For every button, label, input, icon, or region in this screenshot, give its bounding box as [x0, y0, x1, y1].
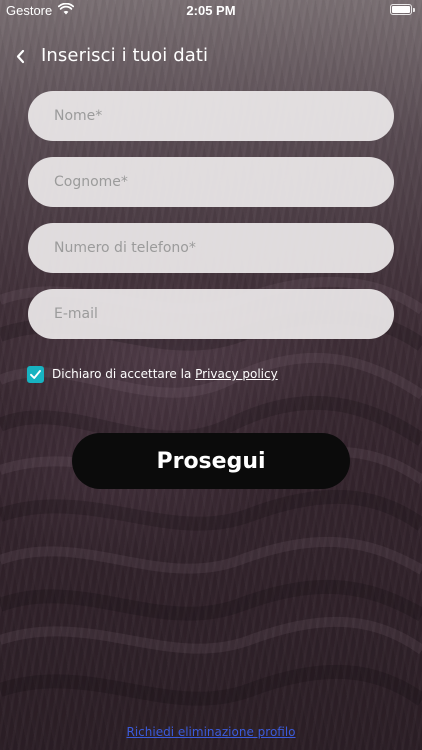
chevron-left-icon[interactable] [10, 44, 32, 70]
checkmark-icon [30, 369, 41, 379]
telefono-field-container [28, 223, 394, 273]
status-bar: Gestore 2:05 PM [0, 0, 422, 22]
email-field-container [28, 289, 394, 339]
privacy-policy-link[interactable]: Privacy policy [195, 367, 278, 381]
privacy-label: Dichiaro di accettare la Privacy policy [52, 367, 278, 381]
page-title: Inserisci i tuoi dati [41, 45, 209, 66]
battery-tip [413, 8, 415, 12]
cognome-field-container [28, 157, 394, 207]
battery-icon [390, 4, 415, 15]
privacy-checkbox[interactable] [27, 365, 44, 383]
privacy-row: Dichiaro di accettare la Privacy policy [27, 365, 278, 383]
nome-input[interactable] [28, 91, 394, 141]
privacy-text: Dichiaro di accettare la [52, 367, 196, 381]
continue-button[interactable]: Prosegui [72, 433, 350, 489]
nome-field-container [28, 91, 394, 141]
status-time: 2:05 PM [186, 3, 236, 18]
email-input[interactable] [28, 289, 394, 339]
battery-level [392, 6, 410, 13]
phone-input[interactable] [28, 223, 394, 273]
app-screen: Gestore 2:05 PM Inserisci i tuoi dati No… [0, 0, 422, 750]
cognome-input[interactable] [28, 157, 394, 207]
header: Inserisci i tuoi dati [0, 40, 422, 74]
delete-profile-link[interactable]: Richiedi eliminazione profilo [0, 725, 422, 739]
